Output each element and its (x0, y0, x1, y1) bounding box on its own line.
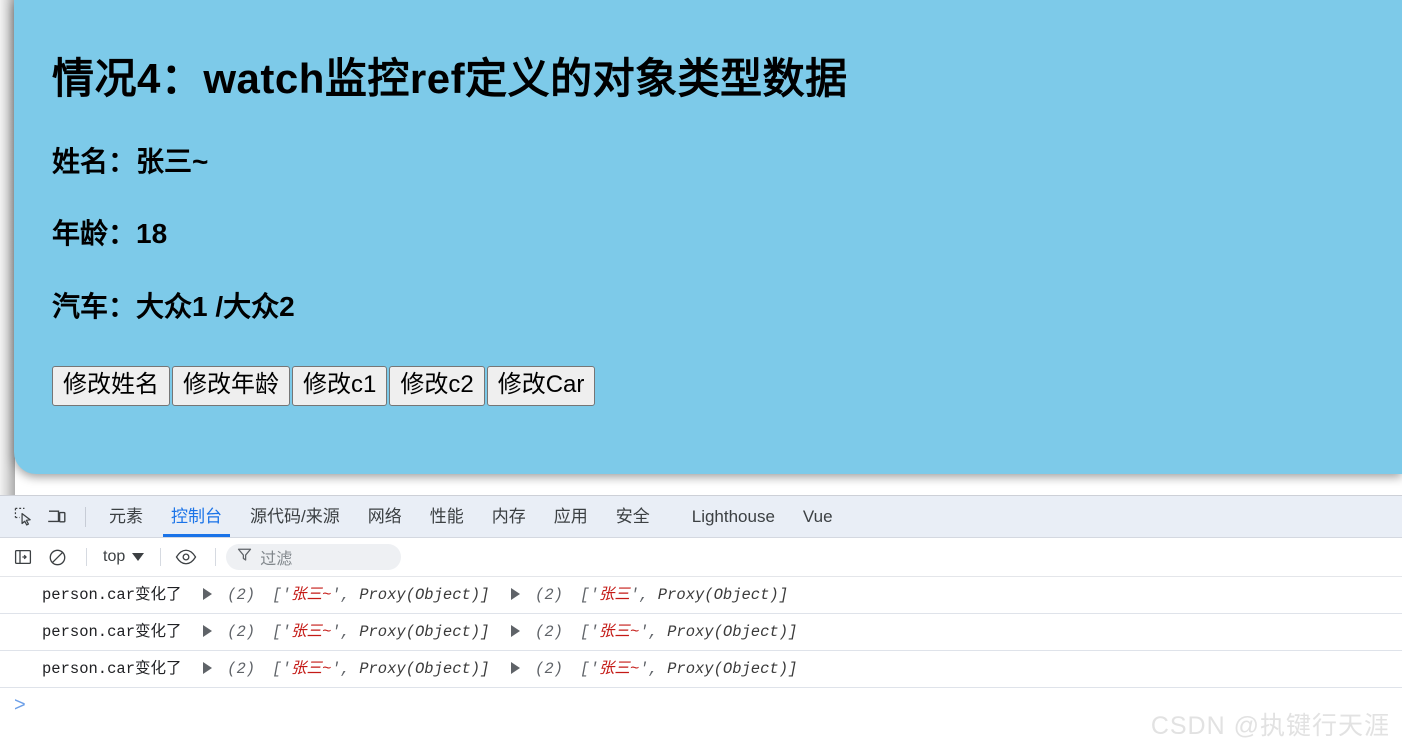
array-open-bracket: [' (272, 586, 291, 604)
array-length-badge: (2) (227, 660, 256, 678)
array-open-bracket: [' (272, 623, 291, 641)
field-name-row: 姓名：张三~ (52, 146, 209, 178)
tab-performance[interactable]: 性能 (416, 496, 478, 537)
filterbar-divider-1 (86, 548, 87, 566)
tab-console[interactable]: 控制台 (157, 496, 236, 537)
array-length-badge: (2) (535, 660, 563, 678)
demo-blue-panel: 情况4：watch监控ref定义的对象类型数据 姓名：张三~ 年龄：18 汽车：… (14, 0, 1402, 474)
array-open-bracket: [' (580, 623, 599, 641)
array-open-bracket: [' (272, 660, 291, 678)
expand-arrow-icon[interactable] (202, 661, 212, 674)
console-filter-input[interactable]: 过滤 (226, 544, 402, 570)
toolbar-divider (85, 506, 86, 527)
expand-arrow-icon[interactable] (202, 587, 212, 600)
expand-arrow-icon[interactable] (202, 624, 212, 637)
array-length-badge: (2) (227, 623, 256, 641)
execution-context-select[interactable]: top (97, 546, 150, 568)
page-title: 情况4：watch监控ref定义的对象类型数据 (52, 55, 848, 102)
table-row[interactable]: person.car变化了 (2) ['张三~', Proxy(Object)]… (0, 577, 1402, 614)
expand-arrow-icon[interactable] (510, 661, 520, 674)
expand-arrow-icon[interactable] (510, 624, 520, 637)
array-string-value: 张三 (598, 586, 630, 604)
tab-memory[interactable]: 内存 (478, 496, 540, 537)
watermark-text: CSDN @执键行天涯 (1150, 712, 1390, 740)
array-value-separator: ', (331, 623, 360, 641)
tab-lighthouse[interactable]: Lighthouse (678, 496, 789, 537)
filterbar-divider-3 (215, 548, 217, 566)
filter-placeholder-text: 过滤 (260, 551, 293, 568)
console-filter-bar: top 过滤 (0, 538, 1402, 577)
execution-context-label: top (103, 548, 126, 565)
log-message-text: person.car变化了 (42, 660, 182, 678)
change-c2-button[interactable]: 修改c2 (389, 366, 485, 407)
screenshot-root: 情况4：watch监控ref定义的对象类型数据 姓名：张三~ 年龄：18 汽车：… (0, 0, 1402, 751)
array-proxy-value: Proxy(Object)] (359, 660, 490, 678)
array-proxy-value: Proxy(Object)] (359, 623, 490, 641)
console-sidebar-icon[interactable] (8, 542, 38, 572)
array-value-separator: ', (331, 586, 360, 604)
filter-funnel-icon (237, 547, 252, 567)
tab-application[interactable]: 应用 (540, 496, 602, 537)
array-value-separator: ', (639, 660, 668, 678)
log-message-text: person.car变化了 (42, 623, 182, 641)
array-length-badge: (2) (535, 586, 563, 604)
array-proxy-value: Proxy(Object)] (667, 660, 798, 678)
array-open-bracket: [' (580, 660, 599, 678)
action-button-row: 修改姓名 修改年龄 修改c1 修改c2 修改Car (52, 324, 1402, 407)
devtools-panel: 元素 控制台 源代码/来源 网络 性能 内存 应用 安全 Lighthouse … (0, 495, 1402, 751)
array-string-value: 张三~ (290, 660, 332, 678)
live-expression-eye-icon[interactable] (171, 542, 201, 572)
change-name-button[interactable]: 修改姓名 (52, 366, 170, 407)
table-row[interactable]: person.car变化了 (2) ['张三~', Proxy(Object)]… (0, 614, 1402, 651)
array-value-separator: ', (639, 623, 668, 641)
array-proxy-value: Proxy(Object)] (667, 623, 798, 641)
prompt-chevron-icon: > (14, 694, 26, 716)
array-string-value: 张三~ (290, 623, 332, 641)
tab-sources[interactable]: 源代码/来源 (236, 496, 354, 537)
array-length-badge: (2) (227, 586, 256, 604)
filterbar-divider-2 (160, 548, 162, 566)
inspect-element-icon[interactable] (8, 502, 38, 532)
devtools-tabbar: 元素 控制台 源代码/来源 网络 性能 内存 应用 安全 Lighthouse … (0, 496, 1402, 538)
array-value-separator: ', (331, 660, 360, 678)
change-age-button[interactable]: 修改年龄 (172, 366, 290, 407)
tab-vue[interactable]: Vue (789, 496, 847, 537)
array-string-value: 张三~ (598, 623, 640, 641)
table-row[interactable]: person.car变化了 (2) ['张三~', Proxy(Object)]… (0, 651, 1402, 688)
change-c1-button[interactable]: 修改c1 (292, 366, 388, 407)
array-value-separator: ', (629, 586, 658, 604)
field-car-row: 汽车：大众1 /大众2 (52, 291, 295, 323)
array-proxy-value: Proxy(Object)] (657, 586, 789, 604)
array-string-value: 张三~ (290, 586, 332, 604)
expand-arrow-icon[interactable] (510, 587, 520, 600)
clear-console-icon[interactable] (42, 542, 72, 572)
array-length-badge: (2) (535, 623, 563, 641)
log-message-text: person.car变化了 (42, 586, 182, 604)
array-proxy-value: Proxy(Object)] (359, 586, 490, 604)
tab-elements[interactable]: 元素 (95, 496, 157, 537)
demo-content: 情况4：watch监控ref定义的对象类型数据 姓名：张三~ 年龄：18 汽车：… (52, 0, 1402, 407)
device-toolbar-icon[interactable] (42, 502, 72, 532)
tab-security[interactable]: 安全 (602, 496, 664, 537)
browser-page-area: 情况4：watch监控ref定义的对象类型数据 姓名：张三~ 年龄：18 汽车：… (0, 0, 1402, 495)
chevron-down-icon (132, 553, 145, 561)
array-open-bracket: [' (580, 586, 599, 604)
change-car-button[interactable]: 修改Car (486, 366, 596, 407)
page-left-gutter (0, 0, 15, 495)
array-string-value: 张三~ (598, 660, 640, 678)
field-age-row: 年龄：18 (52, 217, 168, 249)
tab-network[interactable]: 网络 (354, 496, 416, 537)
